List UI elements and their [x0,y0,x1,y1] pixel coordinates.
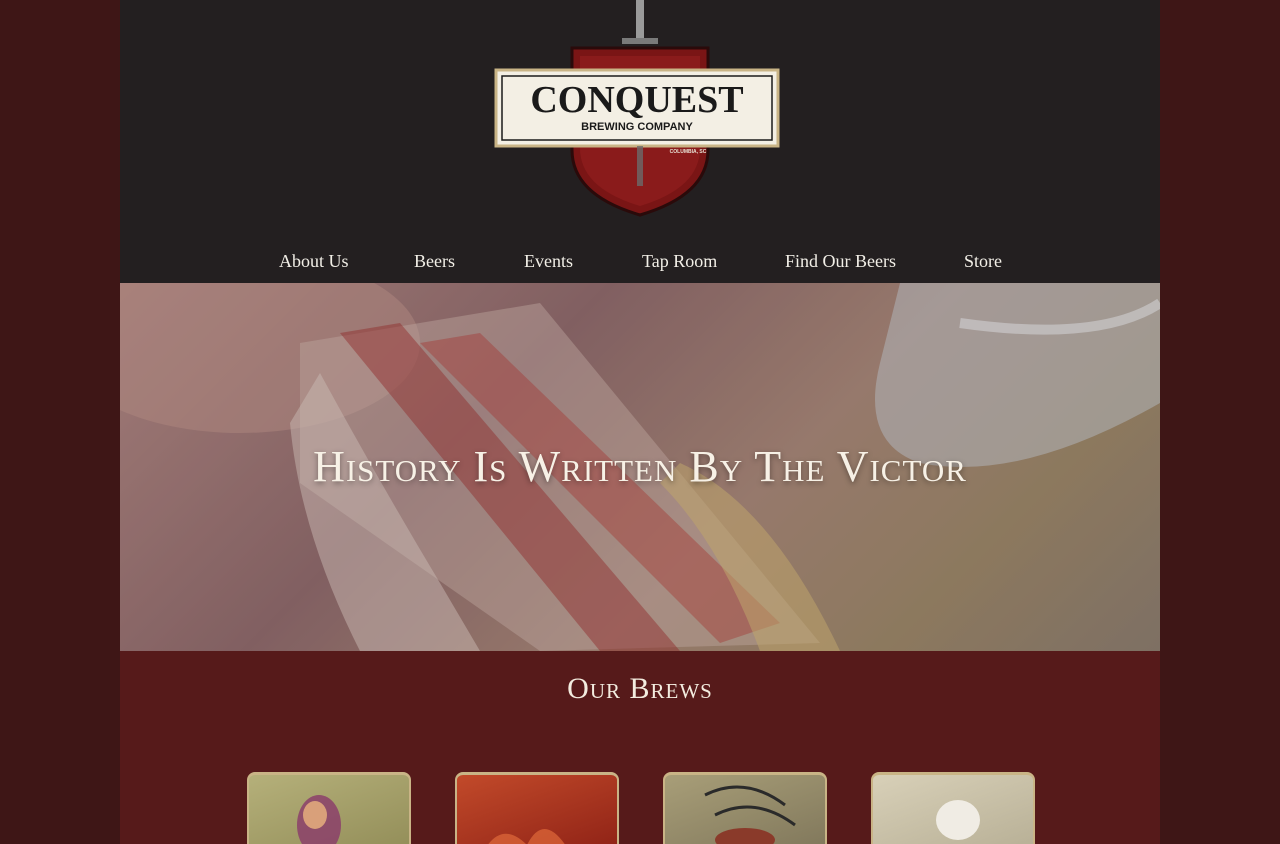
brand-location: COLUMBIA, SC [670,149,707,155]
our-brews-heading: Our Brews [567,672,713,705]
brand-name: CONQUEST [530,79,743,121]
page: CONQUEST BREWING COMPANY COLUMBIA, SC Ab… [120,0,1160,844]
site-header: CONQUEST BREWING COMPANY COLUMBIA, SC Ab… [120,0,1160,283]
nav-find-our-beers[interactable]: Find Our Beers [785,251,896,272]
brew-art-image [297,795,341,844]
brew-card[interactable] [663,772,827,844]
nav-tap-room[interactable]: Tap Room [642,251,717,272]
brew-art-image [936,800,980,840]
nav-beers[interactable]: Beers [414,251,455,272]
brew-art-image [488,829,565,844]
brew-card[interactable] [871,772,1035,844]
brand-subtitle: BREWING COMPANY [581,121,693,133]
brew-card[interactable] [247,772,411,844]
brand-logo[interactable]: CONQUEST BREWING COMPANY COLUMBIA, SC [490,0,790,220]
nav-about-us[interactable]: About Us [279,251,349,272]
brew-art-image [704,785,796,844]
brew-card[interactable] [455,772,619,844]
nav-events[interactable]: Events [524,251,573,272]
hero-title: History Is Written By The Victor [313,442,967,491]
hero-banner: History Is Written By The Victor [120,283,1160,651]
nav-store[interactable]: Store [964,251,1002,272]
main-nav: About Us Beers Events Tap Room Find Our … [120,243,1160,283]
sword-icon [636,0,644,40]
